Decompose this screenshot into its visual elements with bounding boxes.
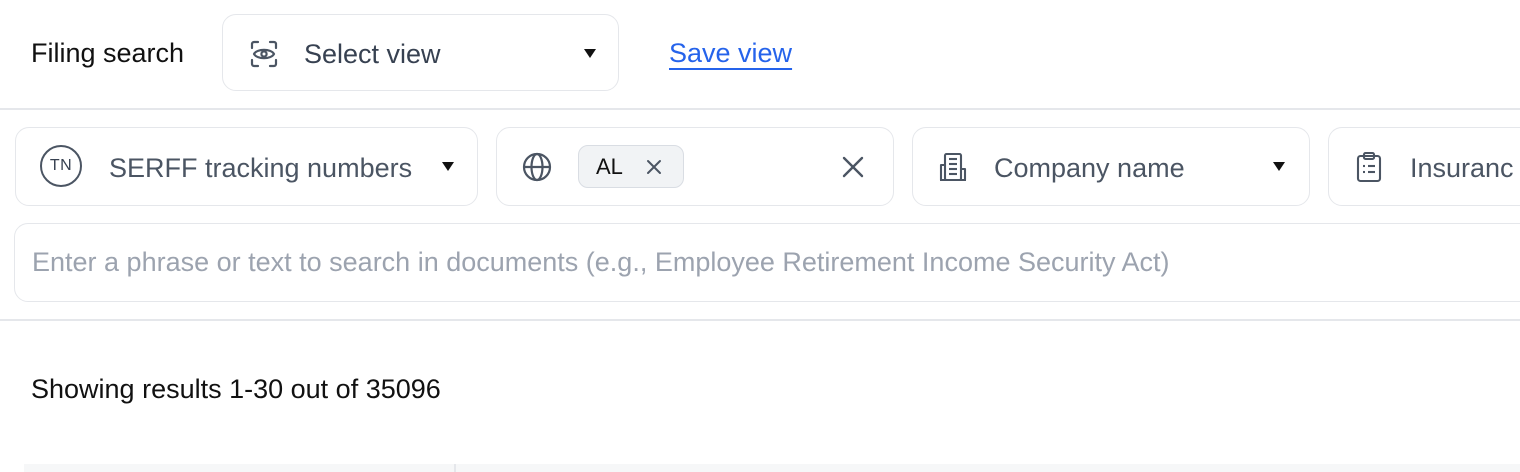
clear-state-icon[interactable] [838, 152, 868, 182]
caret-down-icon [584, 49, 596, 58]
company-name-filter[interactable]: Company name [912, 127, 1310, 206]
tn-badge-icon: TN [40, 145, 82, 187]
building-icon [939, 152, 967, 182]
state-filter[interactable]: AL [496, 127, 894, 206]
results-summary: Showing results 1-30 out of 35096 [31, 374, 441, 404]
document-search-box[interactable] [14, 223, 1520, 302]
company-name-label: Company name [994, 153, 1185, 183]
page-title: Filing search [31, 38, 185, 68]
state-chip-label: AL [596, 154, 623, 179]
clipboard-icon [1356, 151, 1382, 183]
caret-down-icon [442, 162, 454, 171]
state-chip: AL [578, 145, 684, 188]
serff-tracking-filter[interactable]: TN SERFF tracking numbers [15, 127, 478, 206]
results-table-header [24, 464, 1520, 472]
globe-icon [522, 152, 552, 182]
insurance-label: Insuranc [1410, 153, 1514, 183]
document-search-input[interactable] [32, 244, 1512, 280]
top-bar: Filing search Select view Save view [0, 0, 1520, 108]
filters-divider [0, 319, 1520, 321]
select-view-label: Select view [304, 39, 441, 69]
insurance-filter[interactable]: Insuranc [1328, 127, 1520, 206]
header-divider [0, 108, 1520, 110]
serff-tracking-label: SERFF tracking numbers [109, 153, 413, 183]
caret-down-icon [1273, 162, 1285, 171]
eye-scan-icon [250, 40, 278, 68]
select-view-dropdown[interactable]: Select view [222, 14, 619, 91]
save-view-link[interactable]: Save view [669, 36, 792, 70]
close-icon[interactable] [643, 156, 665, 178]
column-separator [454, 464, 456, 472]
